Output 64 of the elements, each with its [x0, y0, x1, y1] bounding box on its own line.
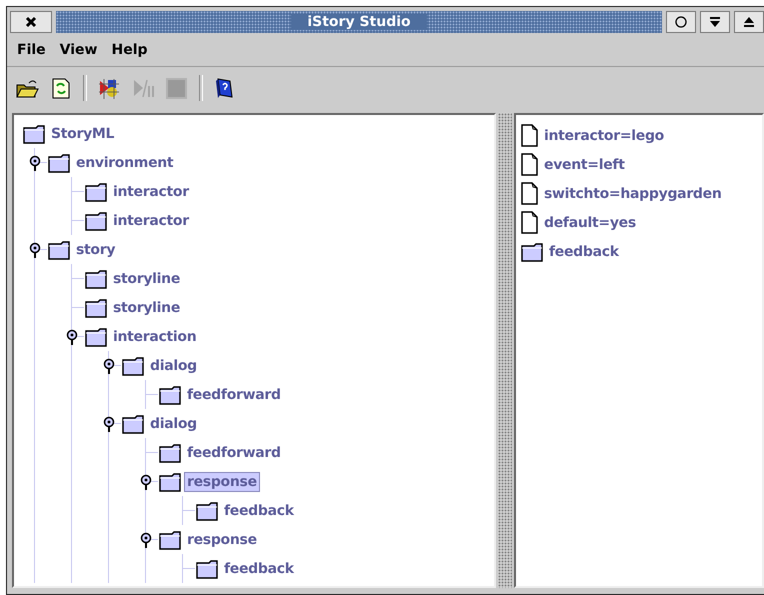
- detail-item[interactable]: interactor=lego: [544, 128, 664, 144]
- tree-item[interactable]: feedback: [222, 560, 296, 578]
- tree-item[interactable]: interactor: [111, 182, 191, 200]
- tree-item[interactable]: dialog: [148, 356, 199, 374]
- tree-item[interactable]: interaction: [111, 328, 198, 346]
- detail-item[interactable]: default=yes: [544, 214, 636, 230]
- tree-item[interactable]: storyline: [111, 270, 182, 288]
- document-icon: [520, 124, 539, 147]
- folder-icon: [84, 326, 108, 346]
- expand-handle-icon[interactable]: [65, 329, 79, 345]
- folder-icon: [47, 152, 71, 172]
- folder-icon: [195, 558, 219, 578]
- document-icon: [520, 182, 539, 205]
- document-icon: [520, 211, 539, 234]
- tree-item[interactable]: feedback: [222, 502, 296, 520]
- close-icon: [25, 16, 37, 28]
- folder-icon: [195, 500, 219, 520]
- folder-icon: [158, 384, 182, 404]
- tree-item[interactable]: storyline: [111, 298, 182, 316]
- folder-icon: [520, 242, 544, 262]
- expand-handle-icon[interactable]: [28, 155, 42, 171]
- tree-item[interactable]: dialog: [148, 414, 199, 432]
- document-icon: [520, 153, 539, 176]
- folder-icon: [84, 210, 108, 230]
- tree-item[interactable]: environment: [74, 154, 176, 172]
- eject-icon: [743, 16, 755, 28]
- circle-icon: [675, 16, 687, 28]
- tree-item[interactable]: response: [185, 530, 259, 548]
- detail-item[interactable]: event=left: [544, 156, 625, 172]
- folder-icon: [158, 472, 182, 492]
- window-title: iStory Studio: [291, 14, 427, 30]
- tree-item[interactable]: story: [74, 240, 118, 258]
- tree-item[interactable]: StoryML: [49, 124, 116, 142]
- folder-icon: [84, 182, 108, 202]
- menu-item[interactable]: File: [17, 42, 46, 58]
- expand-handle-icon[interactable]: [139, 474, 153, 490]
- folder-icon: [121, 414, 145, 434]
- maximize-button[interactable]: [734, 11, 764, 33]
- folder-icon: [47, 240, 71, 260]
- play-pause-icon: [131, 77, 155, 99]
- detail-item[interactable]: feedback: [549, 244, 619, 260]
- tree-item[interactable]: feedforward: [185, 386, 283, 404]
- close-button[interactable]: [10, 11, 52, 33]
- expand-handle-icon[interactable]: [102, 416, 116, 432]
- tree-item[interactable]: interactor: [111, 212, 191, 230]
- puzzle-icon: [97, 77, 121, 99]
- detail-item[interactable]: switchto=happygarden: [544, 186, 722, 202]
- folder-icon: [158, 530, 182, 550]
- folder-icon: [84, 298, 108, 318]
- folder-icon: [158, 442, 182, 462]
- minimize-button[interactable]: [666, 11, 696, 33]
- tree-item[interactable]: feedforward: [185, 444, 283, 462]
- menu-item[interactable]: Help: [111, 42, 148, 58]
- folder-icon: [22, 124, 46, 144]
- folder-icon: [121, 356, 145, 376]
- menu-item[interactable]: View: [60, 42, 98, 58]
- expand-handle-icon[interactable]: [139, 532, 153, 548]
- shade-button[interactable]: [700, 11, 730, 33]
- tree-item[interactable]: response: [185, 472, 259, 490]
- expand-handle-icon[interactable]: [28, 242, 42, 258]
- down-triangle-icon: [709, 16, 721, 28]
- stop-icon: [165, 77, 189, 99]
- expand-handle-icon[interactable]: [102, 358, 116, 374]
- folder-icon: [84, 268, 108, 288]
